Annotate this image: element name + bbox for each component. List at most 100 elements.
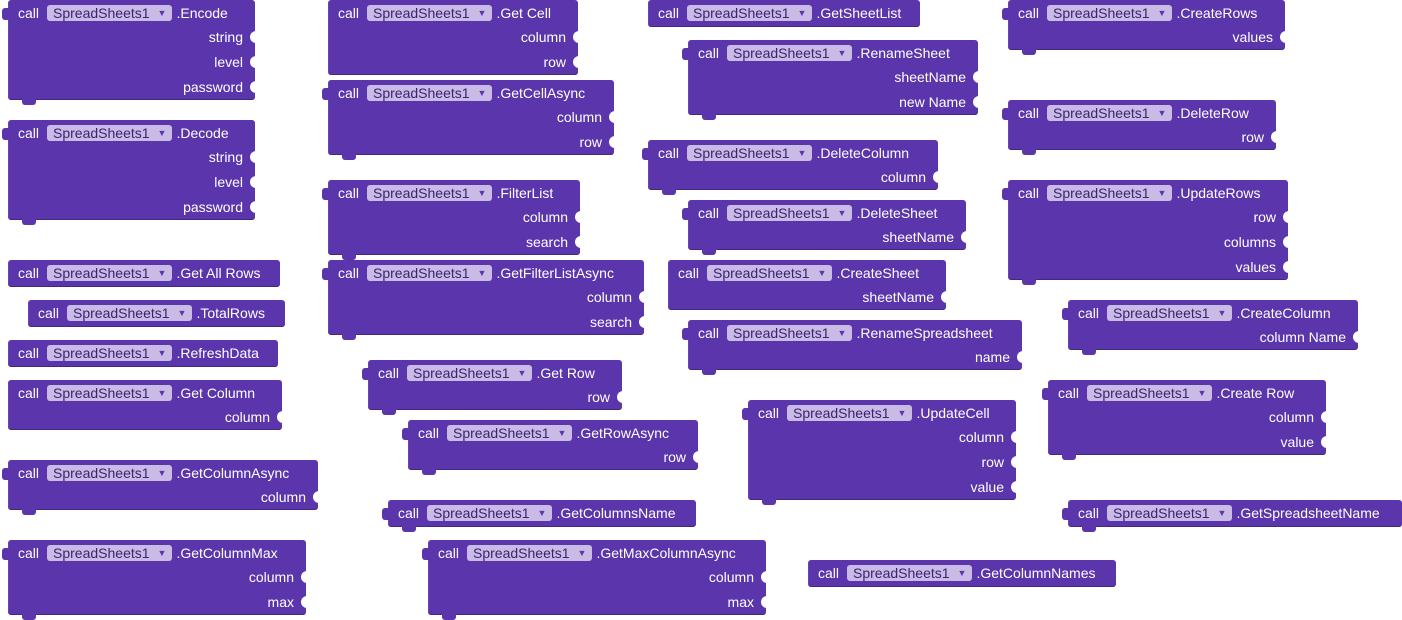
- input-socket[interactable]: [301, 596, 307, 608]
- input-socket[interactable]: [1321, 436, 1327, 448]
- component-dropdown[interactable]: SpreadSheets1 ▼: [727, 325, 853, 341]
- call-block-delete-row[interactable]: call SpreadSheets1 ▼ .DeleteRow row: [1002, 100, 1277, 155]
- input-socket[interactable]: [933, 171, 939, 183]
- call-block-update-rows[interactable]: call SpreadSheets1 ▼ .UpdateRows row columns v…: [1002, 180, 1289, 285]
- component-dropdown[interactable]: SpreadSheets1 ▼: [47, 465, 173, 481]
- call-block-delete-sheet[interactable]: call SpreadSheets1 ▼ .DeleteSheet sheetName: [682, 200, 967, 255]
- input-socket[interactable]: [693, 451, 699, 463]
- component-dropdown[interactable]: SpreadSheets1 ▼: [1087, 385, 1213, 401]
- input-socket[interactable]: [575, 236, 581, 248]
- component-dropdown[interactable]: SpreadSheets1 ▼: [67, 305, 193, 321]
- component-dropdown[interactable]: SpreadSheets1 ▼: [707, 265, 833, 281]
- component-dropdown[interactable]: SpreadSheets1 ▼: [47, 5, 173, 21]
- input-socket[interactable]: [1017, 351, 1023, 363]
- input-socket[interactable]: [639, 316, 645, 328]
- input-socket[interactable]: [761, 596, 767, 608]
- call-block-get-columns-name[interactable]: call SpreadSheets1 ▼ .GetColumnsName: [382, 500, 696, 532]
- call-block-get-row-async[interactable]: call SpreadSheets1 ▼ .GetRowAsync row: [402, 420, 699, 475]
- call-block-get-column-max[interactable]: call SpreadSheets1 ▼ .GetColumnMax column max: [2, 540, 307, 620]
- input-socket[interactable]: [250, 151, 256, 163]
- component-dropdown[interactable]: SpreadSheets1 ▼: [727, 45, 853, 61]
- component-dropdown[interactable]: SpreadSheets1 ▼: [47, 265, 173, 281]
- input-socket[interactable]: [250, 31, 256, 43]
- input-socket[interactable]: [573, 56, 579, 68]
- input-socket[interactable]: [1271, 131, 1277, 143]
- call-block-get-column-names[interactable]: call SpreadSheets1 ▼ .GetColumnNames: [808, 560, 1116, 587]
- component-dropdown[interactable]: SpreadSheets1 ▼: [687, 5, 813, 21]
- component-dropdown[interactable]: SpreadSheets1 ▼: [367, 185, 493, 201]
- input-socket[interactable]: [941, 291, 947, 303]
- call-block-delete-column[interactable]: call SpreadSheets1 ▼ .DeleteColumn column: [642, 140, 939, 195]
- component-dropdown[interactable]: SpreadSheets1 ▼: [727, 205, 853, 221]
- call-block-create-row[interactable]: call SpreadSheets1 ▼ .Create Row column value: [1042, 380, 1327, 460]
- input-socket[interactable]: [1011, 431, 1017, 443]
- input-socket[interactable]: [313, 491, 319, 503]
- call-block-encode[interactable]: call SpreadSheets1 ▼ .Encode string level pass…: [2, 0, 256, 105]
- component-dropdown[interactable]: SpreadSheets1 ▼: [47, 385, 173, 401]
- component-dropdown[interactable]: SpreadSheets1 ▼: [367, 85, 493, 101]
- call-block-get-cell-async[interactable]: call SpreadSheets1 ▼ .GetCellAsync column row: [322, 80, 615, 160]
- input-socket[interactable]: [575, 211, 581, 223]
- call-block-total-rows[interactable]: call SpreadSheets1 ▼ .TotalRows: [28, 300, 285, 327]
- call-block-create-column[interactable]: call SpreadSheets1 ▼ .CreateColumn column Na…: [1062, 300, 1359, 355]
- component-dropdown[interactable]: SpreadSheets1 ▼: [1107, 505, 1233, 521]
- call-block-get-max-column-async[interactable]: call SpreadSheets1 ▼ .GetMaxColumnAsync colu…: [422, 540, 767, 620]
- input-socket[interactable]: [1353, 331, 1359, 343]
- input-socket[interactable]: [277, 411, 283, 423]
- input-socket[interactable]: [1280, 31, 1286, 43]
- input-socket[interactable]: [250, 56, 256, 68]
- call-block-update-cell[interactable]: call SpreadSheets1 ▼ .UpdateCell column row va…: [742, 400, 1017, 505]
- call-block-decode[interactable]: call SpreadSheets1 ▼ .Decode string level pass…: [2, 120, 256, 225]
- call-block-get-cell[interactable]: call SpreadSheets1 ▼ .Get Cell column row: [328, 0, 579, 75]
- call-block-refresh-data[interactable]: call SpreadSheets1 ▼ .RefreshData: [8, 340, 278, 367]
- call-block-get-row[interactable]: call SpreadSheets1 ▼ .Get Row row: [362, 360, 623, 415]
- component-dropdown[interactable]: SpreadSheets1 ▼: [407, 365, 533, 381]
- call-block-filter-list[interactable]: call SpreadSheets1 ▼ .FilterList column searc…: [322, 180, 581, 260]
- input-socket[interactable]: [639, 291, 645, 303]
- input-socket[interactable]: [1011, 456, 1017, 468]
- component-dropdown[interactable]: SpreadSheets1 ▼: [47, 125, 173, 141]
- component-dropdown[interactable]: SpreadSheets1 ▼: [687, 145, 813, 161]
- component-dropdown[interactable]: SpreadSheets1 ▼: [847, 565, 973, 581]
- component-dropdown[interactable]: SpreadSheets1 ▼: [47, 345, 173, 361]
- input-socket[interactable]: [1283, 211, 1289, 223]
- input-socket[interactable]: [1321, 411, 1327, 423]
- input-socket[interactable]: [1283, 261, 1289, 273]
- component-dropdown[interactable]: SpreadSheets1 ▼: [367, 265, 493, 281]
- input-socket[interactable]: [1011, 481, 1017, 493]
- arg-label-row: row: [663, 449, 686, 465]
- input-socket[interactable]: [973, 96, 979, 108]
- call-block-get-filter-list-async[interactable]: call SpreadSheets1 ▼ .GetFilterListAsync col…: [322, 260, 645, 340]
- input-socket[interactable]: [573, 31, 579, 43]
- call-block-get-column[interactable]: call SpreadSheets1 ▼ .Get Column column: [8, 380, 283, 430]
- call-block-rename-sheet[interactable]: call SpreadSheets1 ▼ .RenameSheet sheetName n…: [682, 40, 979, 120]
- call-block-get-column-async[interactable]: call SpreadSheets1 ▼ .GetColumnAsync column: [2, 460, 319, 515]
- input-socket[interactable]: [973, 71, 979, 83]
- input-socket[interactable]: [609, 111, 615, 123]
- component-dropdown[interactable]: SpreadSheets1 ▼: [367, 5, 493, 21]
- input-socket[interactable]: [250, 201, 256, 213]
- call-block-create-rows[interactable]: call SpreadSheets1 ▼ .CreateRows values: [1002, 0, 1286, 55]
- input-socket[interactable]: [301, 571, 307, 583]
- call-block-get-spreadsheet-name[interactable]: call SpreadSheets1 ▼ .GetSpreadsheetName: [1062, 500, 1402, 532]
- input-socket[interactable]: [250, 81, 256, 93]
- component-dropdown[interactable]: SpreadSheets1 ▼: [1047, 105, 1173, 121]
- input-socket[interactable]: [617, 391, 623, 403]
- input-socket[interactable]: [250, 176, 256, 188]
- call-block-get-sheet-list[interactable]: call SpreadSheets1 ▼ .GetSheetList: [648, 0, 920, 27]
- component-dropdown[interactable]: SpreadSheets1 ▼: [47, 545, 173, 561]
- call-block-get-all-rows[interactable]: call SpreadSheets1 ▼ .Get All Rows: [8, 260, 280, 287]
- input-socket[interactable]: [961, 231, 967, 243]
- component-dropdown[interactable]: SpreadSheets1 ▼: [787, 405, 913, 421]
- component-dropdown[interactable]: SpreadSheets1 ▼: [427, 505, 553, 521]
- component-dropdown[interactable]: SpreadSheets1 ▼: [1047, 5, 1173, 21]
- input-socket[interactable]: [761, 571, 767, 583]
- input-socket[interactable]: [609, 136, 615, 148]
- component-dropdown[interactable]: SpreadSheets1 ▼: [447, 425, 573, 441]
- component-dropdown[interactable]: SpreadSheets1 ▼: [1047, 185, 1173, 201]
- input-socket[interactable]: [1283, 236, 1289, 248]
- call-block-create-sheet[interactable]: call SpreadSheets1 ▼ .CreateSheet sheetName: [668, 260, 947, 310]
- component-dropdown[interactable]: SpreadSheets1 ▼: [467, 545, 593, 561]
- call-block-rename-spreadsheet[interactable]: call SpreadSheets1 ▼ .RenameSpreadsheet name: [682, 320, 1023, 375]
- component-dropdown[interactable]: SpreadSheets1 ▼: [1107, 305, 1233, 321]
